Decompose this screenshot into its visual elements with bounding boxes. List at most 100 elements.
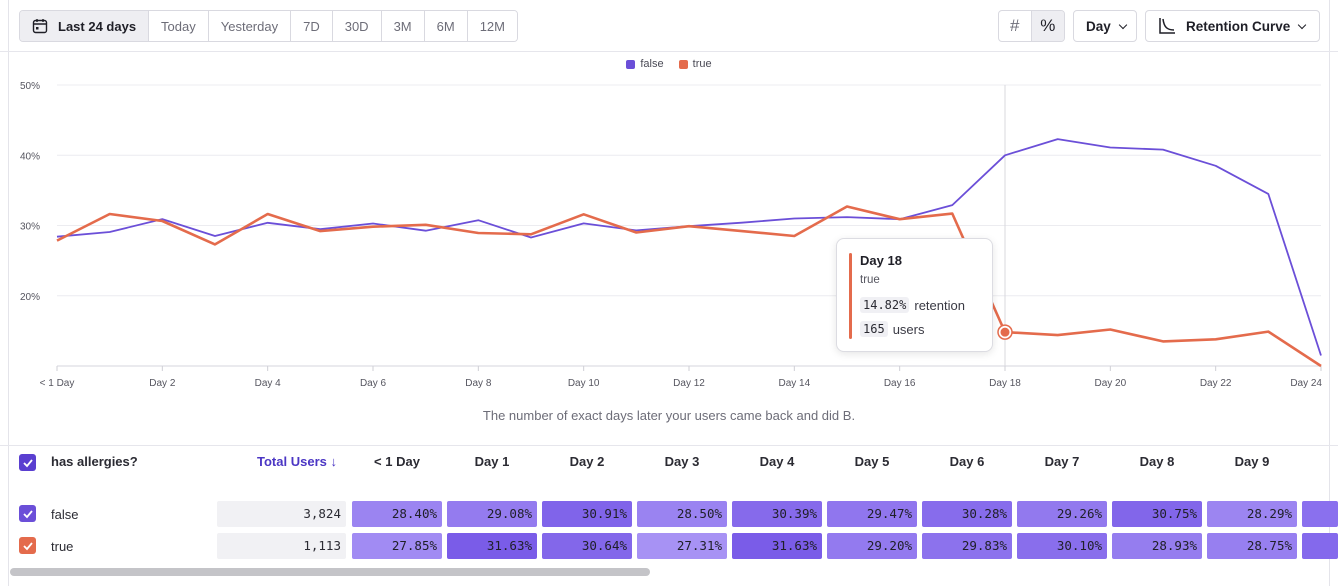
- x-tick-label: Day 12: [673, 378, 705, 389]
- horizontal-scrollbar[interactable]: [10, 568, 650, 576]
- retention-cell[interactable]: 28.93%: [1112, 533, 1202, 559]
- tooltip-title: Day 18: [860, 253, 902, 268]
- range-label: 6M: [436, 18, 455, 34]
- row-label: false: [51, 507, 79, 522]
- retention-cell[interactable]: 31.63%: [732, 533, 822, 559]
- check-icon: [22, 541, 33, 550]
- range-button-6m[interactable]: 6M: [424, 11, 468, 41]
- retention-cell[interactable]: 30.39%: [732, 501, 822, 527]
- row-checkbox-false[interactable]: [19, 505, 36, 522]
- retention-cell[interactable]: 30.91%: [542, 501, 632, 527]
- range-label: 3M: [393, 18, 412, 34]
- retention-curve-icon: [1159, 18, 1175, 34]
- tooltip-retention-row: 14.82% retention: [860, 297, 965, 313]
- y-tick-label: 30%: [20, 222, 40, 233]
- check-icon: [22, 458, 33, 467]
- x-tick-label: Day 16: [884, 378, 916, 389]
- tooltip-series-name: true: [860, 274, 880, 286]
- retention-cell[interactable]: 29.47%: [827, 501, 917, 527]
- range-label: 30D: [344, 18, 369, 34]
- total-users-cell: 1,113: [217, 533, 346, 559]
- range-button-3m[interactable]: 3M: [381, 11, 425, 41]
- column-header[interactable]: Day 9: [1207, 454, 1297, 469]
- total-users-header[interactable]: Total Users ↓: [232, 454, 362, 469]
- date-range-selector: Last 24 days Today Yesterday 7D 30D 3M 6M 12M: [19, 10, 518, 42]
- retention-cell[interactable]: 30.10%: [1017, 533, 1107, 559]
- range-button-last-24-days[interactable]: Last 24 days: [20, 11, 150, 41]
- column-header[interactable]: < 1 Day: [352, 454, 442, 469]
- retention-cell[interactable]: 29.08%: [447, 501, 537, 527]
- tooltip-users-row: 165 users: [860, 321, 924, 337]
- range-button-today[interactable]: Today: [149, 11, 209, 41]
- y-tick-label: 40%: [20, 151, 40, 162]
- chart-type-label: Retention Curve: [1186, 18, 1291, 34]
- retention-line-chart: 20% 30% 40% 50% < 1 Day Day 2 Day 4 Day 6 Day 8 D…: [20, 81, 1322, 389]
- select-all-checkbox[interactable]: [19, 454, 36, 471]
- tooltip-users-value: 165: [860, 321, 888, 337]
- calendar-icon: [32, 19, 48, 34]
- row-checkbox-true[interactable]: [19, 537, 36, 554]
- x-tick-label: Day 8: [465, 378, 492, 389]
- series-line-false: [56, 138, 1322, 356]
- retention-cell[interactable]: 29.26%: [1017, 501, 1107, 527]
- retention-cell-partial[interactable]: [1302, 533, 1338, 559]
- retention-cell[interactable]: 28.75%: [1207, 533, 1297, 559]
- y-tick-label: 20%: [20, 292, 40, 303]
- percent-icon[interactable]: %: [1031, 11, 1064, 41]
- x-tick-label: Day 2: [149, 378, 176, 389]
- range-button-yesterday[interactable]: Yesterday: [208, 11, 292, 41]
- hover-point: [1000, 327, 1010, 337]
- chevron-down-icon: [1298, 20, 1307, 29]
- column-header[interactable]: Day 4: [732, 454, 822, 469]
- retention-cell[interactable]: 27.85%: [352, 533, 442, 559]
- column-header[interactable]: Day 2: [542, 454, 632, 469]
- retention-cell[interactable]: 28.50%: [637, 501, 727, 527]
- row-label: true: [51, 539, 74, 554]
- range-button-30d[interactable]: 30D: [332, 11, 382, 41]
- total-users-cell: 3,824: [217, 501, 346, 527]
- range-label: Today: [161, 18, 196, 34]
- x-tick-label: Day 14: [778, 378, 810, 389]
- retention-cell[interactable]: 28.29%: [1207, 501, 1297, 527]
- retention-cell[interactable]: 27.31%: [637, 533, 727, 559]
- retention-cell[interactable]: 28.40%: [352, 501, 442, 527]
- series-line-true: [56, 205, 1322, 368]
- group-header[interactable]: has allergies?: [51, 454, 138, 469]
- range-button-7d[interactable]: 7D: [291, 11, 333, 41]
- retention-cell[interactable]: 30.75%: [1112, 501, 1202, 527]
- interval-label: Day: [1086, 18, 1111, 34]
- toolbar: Last 24 days Today Yesterday 7D 30D 3M 6M 12M #…: [0, 0, 1338, 52]
- x-tick-label: Day 10: [568, 378, 600, 389]
- x-tick-label: Day 18: [989, 378, 1021, 389]
- x-tick-label: < 1 Day: [40, 378, 75, 389]
- retention-cell[interactable]: 31.63%: [447, 533, 537, 559]
- range-button-12m[interactable]: 12M: [467, 11, 517, 41]
- column-header[interactable]: Day 8: [1112, 454, 1202, 469]
- column-header[interactable]: Day 5: [827, 454, 917, 469]
- x-tick-label: Day 24: [1290, 378, 1322, 389]
- x-tick-label: Day 20: [1094, 378, 1126, 389]
- range-label: Yesterday: [220, 18, 279, 34]
- check-icon: [22, 509, 33, 518]
- column-header[interactable]: Day 3: [637, 454, 727, 469]
- retention-cell[interactable]: 30.64%: [542, 533, 632, 559]
- column-header[interactable]: Day 1: [447, 454, 537, 469]
- column-header[interactable]: Day 6: [922, 454, 1012, 469]
- chart-caption: The number of exact days later your user…: [482, 408, 856, 423]
- tooltip-retention-label: retention: [914, 297, 965, 313]
- tooltip-series-bar: [849, 253, 852, 339]
- chevron-down-icon: [1118, 20, 1128, 29]
- retention-cell[interactable]: 30.28%: [922, 501, 1012, 527]
- retention-table: has allergies? Total Users ↓ < 1 Day Day …: [0, 445, 1338, 586]
- chart-type-dropdown[interactable]: Retention Curve: [1145, 10, 1320, 42]
- chart-tooltip: Day 18 true 14.82% retention 165 users: [836, 238, 993, 352]
- tooltip-retention-value: 14.82%: [860, 297, 910, 313]
- retention-cell[interactable]: 29.20%: [827, 533, 917, 559]
- range-label: Last 24 days: [58, 18, 137, 34]
- retention-cell[interactable]: 29.83%: [922, 533, 1012, 559]
- interval-dropdown[interactable]: Day: [1073, 10, 1137, 42]
- column-header[interactable]: Day 7: [1017, 454, 1107, 469]
- retention-cell-partial[interactable]: [1302, 501, 1338, 527]
- hash-icon[interactable]: #: [999, 11, 1032, 41]
- value-mode-toggle: # %: [998, 10, 1065, 42]
